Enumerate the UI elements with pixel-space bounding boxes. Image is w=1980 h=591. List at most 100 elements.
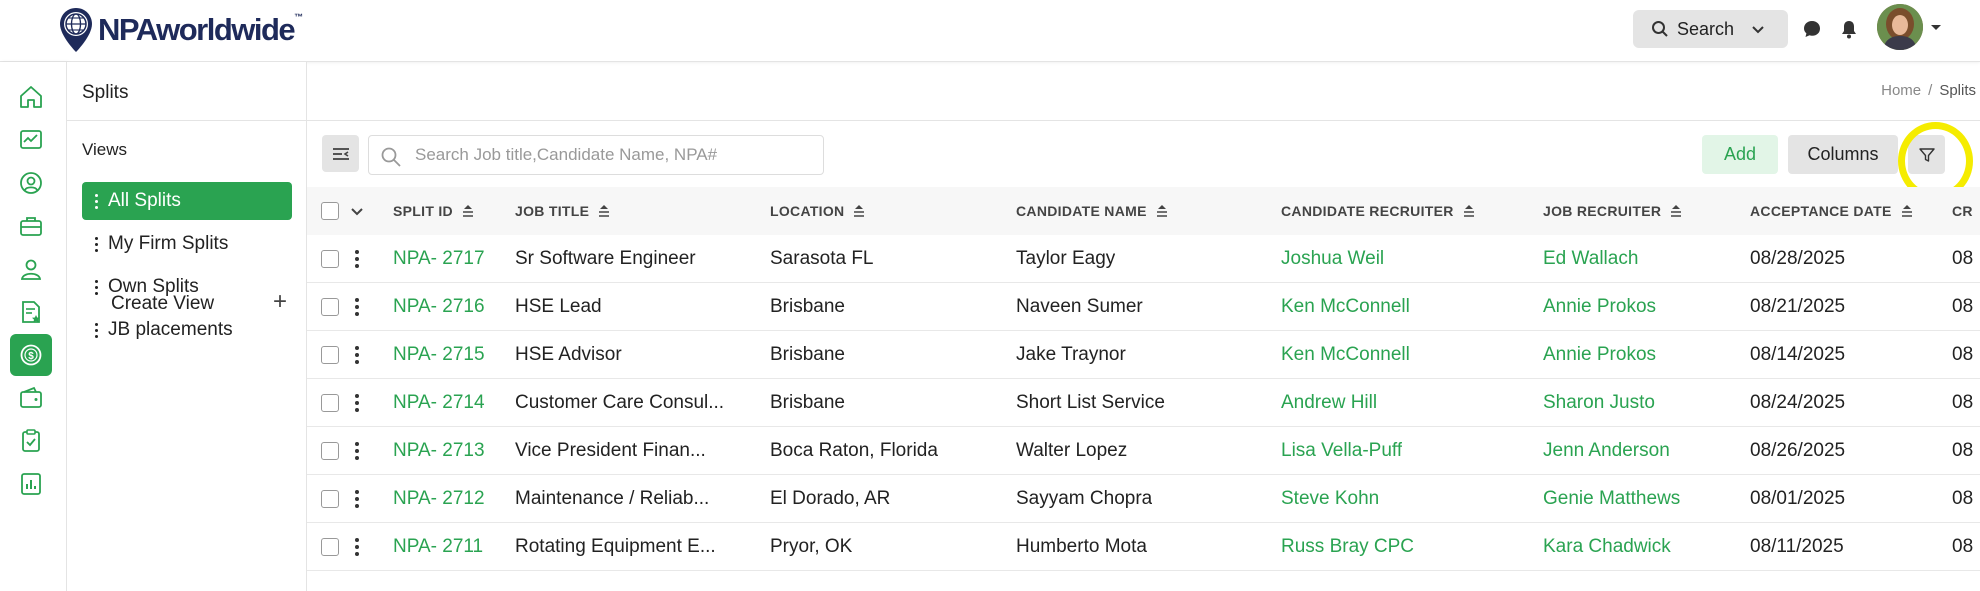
row-checkbox[interactable] <box>321 346 339 364</box>
row-actions-menu-icon[interactable] <box>355 538 359 556</box>
add-button[interactable]: Add <box>1702 135 1778 174</box>
view-item-jb-placements[interactable]: JB placements <box>82 311 292 349</box>
row-checkbox[interactable] <box>321 250 339 268</box>
split-id-link[interactable]: NPA- 2714 <box>393 392 485 414</box>
job-title-cell: Maintenance / Reliab... <box>515 488 710 509</box>
table-row[interactable]: NPA- 2711 Rotating Equipment E... Pryor, O… <box>307 523 1980 571</box>
column-header-label: CANDIDATE RECRUITER <box>1281 203 1454 219</box>
view-item-label: My Firm Splits <box>108 233 229 254</box>
row-actions-menu-icon[interactable] <box>355 442 359 460</box>
row-actions-menu-icon[interactable] <box>355 346 359 364</box>
sort-icon[interactable] <box>1900 204 1914 218</box>
job-recruiter-link[interactable]: Sharon Justo <box>1543 392 1655 414</box>
toggle-sidebar-button[interactable] <box>322 135 359 172</box>
job-recruiter-link[interactable]: Annie Prokos <box>1543 344 1656 366</box>
nav-candidates[interactable] <box>10 248 52 290</box>
nav-documents[interactable] <box>10 291 52 333</box>
table-row[interactable]: NPA- 2714 Customer Care Consul... Brisbane… <box>307 379 1980 427</box>
column-header-acceptance-date[interactable]: ACCEPTANCE DATE <box>1750 203 1914 219</box>
sort-icon[interactable] <box>1669 204 1683 218</box>
column-header-split-id[interactable]: SPLIT ID <box>393 203 475 219</box>
sort-icon[interactable] <box>852 204 866 218</box>
candidate-recruiter-link[interactable]: Ken McConnell <box>1281 296 1410 318</box>
nav-wallet[interactable] <box>10 377 52 419</box>
candidate-recruiter-link[interactable]: Russ Bray CPC <box>1281 536 1414 558</box>
cr-cell: 08 <box>1952 440 1974 461</box>
drag-handle-icon[interactable] <box>94 322 98 338</box>
row-actions-menu-icon[interactable] <box>355 250 359 268</box>
job-recruiter-link[interactable]: Jenn Anderson <box>1543 440 1670 462</box>
columns-button[interactable]: Columns <box>1788 135 1898 174</box>
row-checkbox[interactable] <box>321 298 339 316</box>
job-title-cell: HSE Advisor <box>515 344 622 365</box>
split-id-link[interactable]: NPA- 2715 <box>393 344 485 366</box>
table-row[interactable]: NPA- 2712 Maintenance / Reliab... El Dorad… <box>307 475 1980 523</box>
split-id-link[interactable]: NPA- 2711 <box>393 536 483 558</box>
chat-icon[interactable] <box>1801 18 1823 40</box>
column-header-candidate-recruiter[interactable]: CANDIDATE RECRUITER <box>1281 203 1476 219</box>
row-checkbox[interactable] <box>321 538 339 556</box>
row-actions-menu-icon[interactable] <box>355 394 359 412</box>
location-cell: Brisbane <box>770 296 845 317</box>
job-recruiter-link[interactable]: Kara Chadwick <box>1543 536 1671 558</box>
sort-icon[interactable] <box>1155 204 1169 218</box>
row-checkbox[interactable] <box>321 394 339 412</box>
cr-cell: 08 <box>1952 392 1974 413</box>
candidate-recruiter-link[interactable]: Joshua Weil <box>1281 248 1384 270</box>
nav-dashboard[interactable] <box>10 119 52 161</box>
job-title-cell: Sr Software Engineer <box>515 248 696 269</box>
nav-jobs[interactable] <box>10 205 52 247</box>
column-header-cr[interactable]: CR <box>1952 203 1980 219</box>
view-item-my-firm-splits[interactable]: My Firm Splits <box>82 225 292 263</box>
candidate-recruiter-link[interactable]: Andrew Hill <box>1281 392 1377 414</box>
row-checkbox[interactable] <box>321 490 339 508</box>
candidate-recruiter-link[interactable]: Steve Kohn <box>1281 488 1379 510</box>
drag-handle-icon[interactable] <box>94 193 98 209</box>
user-avatar[interactable] <box>1877 4 1923 50</box>
chevron-down-icon[interactable] <box>350 205 364 219</box>
table-row[interactable]: NPA- 2715 HSE Advisor Brisbane Jake Traynor… <box>307 331 1980 379</box>
column-header-candidate-name[interactable]: CANDIDATE NAME <box>1016 203 1169 219</box>
drag-handle-icon[interactable] <box>94 236 98 252</box>
nav-reports[interactable] <box>10 463 52 505</box>
table-row[interactable]: NPA- 2713 Vice President Finan... Boca Rat… <box>307 427 1980 475</box>
nav-splits[interactable]: $ <box>10 334 52 376</box>
row-checkbox[interactable] <box>321 442 339 460</box>
select-all-checkbox[interactable] <box>321 202 339 220</box>
plus-icon[interactable]: + <box>273 288 287 316</box>
sort-icon[interactable] <box>597 204 611 218</box>
column-header-label: CR <box>1952 203 1973 219</box>
breadcrumb-home[interactable]: Home <box>1881 82 1921 99</box>
column-header-location[interactable]: LOCATION <box>770 203 866 219</box>
global-search-button[interactable]: Search <box>1633 10 1788 48</box>
candidate-recruiter-link[interactable]: Ken McConnell <box>1281 344 1410 366</box>
table-row[interactable]: NPA- 2717 Sr Software Engineer Sarasota FL… <box>307 235 1980 283</box>
table-search-input[interactable] <box>368 135 824 175</box>
briefcase-icon <box>20 217 42 236</box>
table-row[interactable]: NPA- 2716 HSE Lead Brisbane Naveen Sumer Ken… <box>307 283 1980 331</box>
sort-icon[interactable] <box>461 204 475 218</box>
sort-icon[interactable] <box>1462 204 1476 218</box>
create-view-link[interactable]: Create View <box>111 293 214 315</box>
bell-icon[interactable] <box>1838 18 1860 40</box>
column-header-job-recruiter[interactable]: JOB RECRUITER <box>1543 203 1683 219</box>
row-actions-menu-icon[interactable] <box>355 298 359 316</box>
split-id-link[interactable]: NPA- 2717 <box>393 248 485 270</box>
split-id-link[interactable]: NPA- 2713 <box>393 440 485 462</box>
job-recruiter-link[interactable]: Ed Wallach <box>1543 248 1638 270</box>
nav-home[interactable] <box>10 76 52 118</box>
job-recruiter-link[interactable]: Annie Prokos <box>1543 296 1656 318</box>
nav-profile[interactable] <box>10 162 52 204</box>
brand-logo[interactable]: NPAworldwide™ <box>58 6 303 54</box>
candidate-recruiter-link[interactable]: Lisa Vella-Puff <box>1281 440 1402 462</box>
split-id-link[interactable]: NPA- 2712 <box>393 488 485 510</box>
chevron-down-icon[interactable] <box>1929 20 1943 34</box>
split-id-link[interactable]: NPA- 2716 <box>393 296 485 318</box>
search-icon <box>381 147 401 167</box>
nav-tasks[interactable] <box>10 420 52 462</box>
row-actions-menu-icon[interactable] <box>355 490 359 508</box>
job-recruiter-link[interactable]: Genie Matthews <box>1543 488 1680 510</box>
drag-handle-icon[interactable] <box>94 279 98 295</box>
view-item-all-splits[interactable]: All Splits <box>82 182 292 220</box>
column-header-job-title[interactable]: JOB TITLE <box>515 203 611 219</box>
